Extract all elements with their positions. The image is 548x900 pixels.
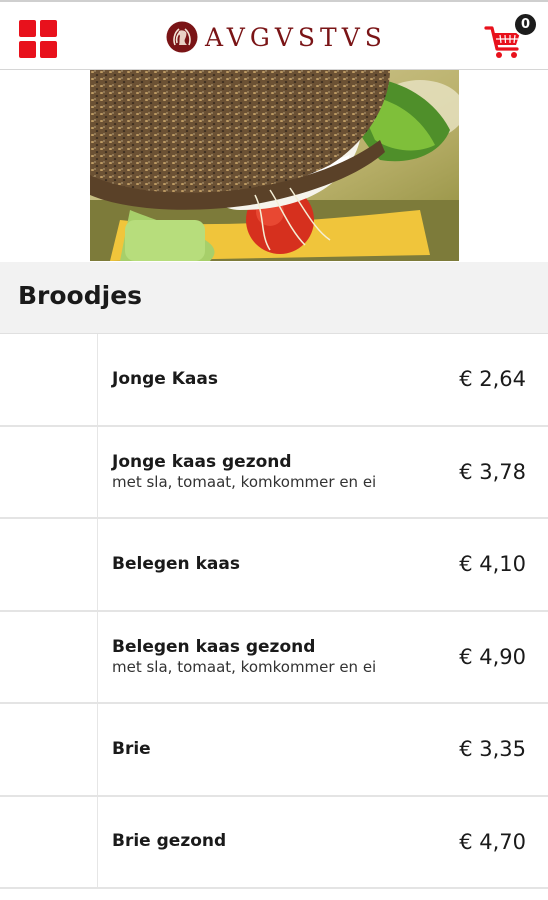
product-row[interactable]: Belegen kaas € 4,10 xyxy=(0,519,548,612)
product-price: € 3,78 xyxy=(459,459,526,484)
product-name: Brie xyxy=(112,738,151,759)
product-row[interactable]: Jonge Kaas € 2,64 xyxy=(0,334,548,427)
product-price: € 4,90 xyxy=(459,644,526,669)
product-list: Jonge Kaas € 2,64 Jonge kaas gezond met … xyxy=(0,334,548,889)
product-row[interactable]: Brie gezond € 4,70 xyxy=(0,796,548,889)
product-name: Belegen kaas gezond xyxy=(112,637,316,658)
product-price: € 4,70 xyxy=(459,829,526,854)
cart-count-badge: 0 xyxy=(513,12,538,37)
category-header: Broodjes xyxy=(0,262,548,334)
product-price: € 4,10 xyxy=(459,552,526,577)
category-title: Broodjes xyxy=(18,281,143,310)
laurel-emblem-icon xyxy=(166,21,198,53)
product-name: Jonge Kaas xyxy=(112,368,218,389)
product-thumbnail xyxy=(0,519,98,610)
menu-button[interactable] xyxy=(19,20,57,58)
grid-menu-icon xyxy=(19,20,57,58)
product-price: € 3,35 xyxy=(459,737,526,762)
hero-sandwich-image xyxy=(90,70,459,261)
product-row[interactable]: Belegen kaas gezond met sla, tomaat, kom… xyxy=(0,611,548,704)
product-name: Belegen kaas xyxy=(112,553,240,574)
app-header: AVGVSTVS 0 xyxy=(0,0,548,70)
brand-logo[interactable]: AVGVSTVS xyxy=(166,20,387,54)
product-thumbnail xyxy=(0,611,98,702)
product-thumbnail xyxy=(0,796,98,887)
product-price: € 2,64 xyxy=(459,367,526,392)
brand-name: AVGVSTVS xyxy=(205,22,387,52)
product-thumbnail xyxy=(0,704,98,795)
product-name: Jonge kaas gezond xyxy=(112,452,292,473)
product-thumbnail xyxy=(0,334,98,425)
product-thumbnail xyxy=(0,426,98,517)
product-row[interactable]: Brie € 3,35 xyxy=(0,704,548,797)
product-description: met sla, tomaat, komkommer en ei xyxy=(112,658,377,677)
cart-button[interactable]: 0 xyxy=(484,12,540,62)
product-row[interactable]: Jonge kaas gezond met sla, tomaat, komko… xyxy=(0,426,548,519)
product-name: Brie gezond xyxy=(112,831,227,852)
product-description: met sla, tomaat, komkommer en ei xyxy=(112,473,377,492)
